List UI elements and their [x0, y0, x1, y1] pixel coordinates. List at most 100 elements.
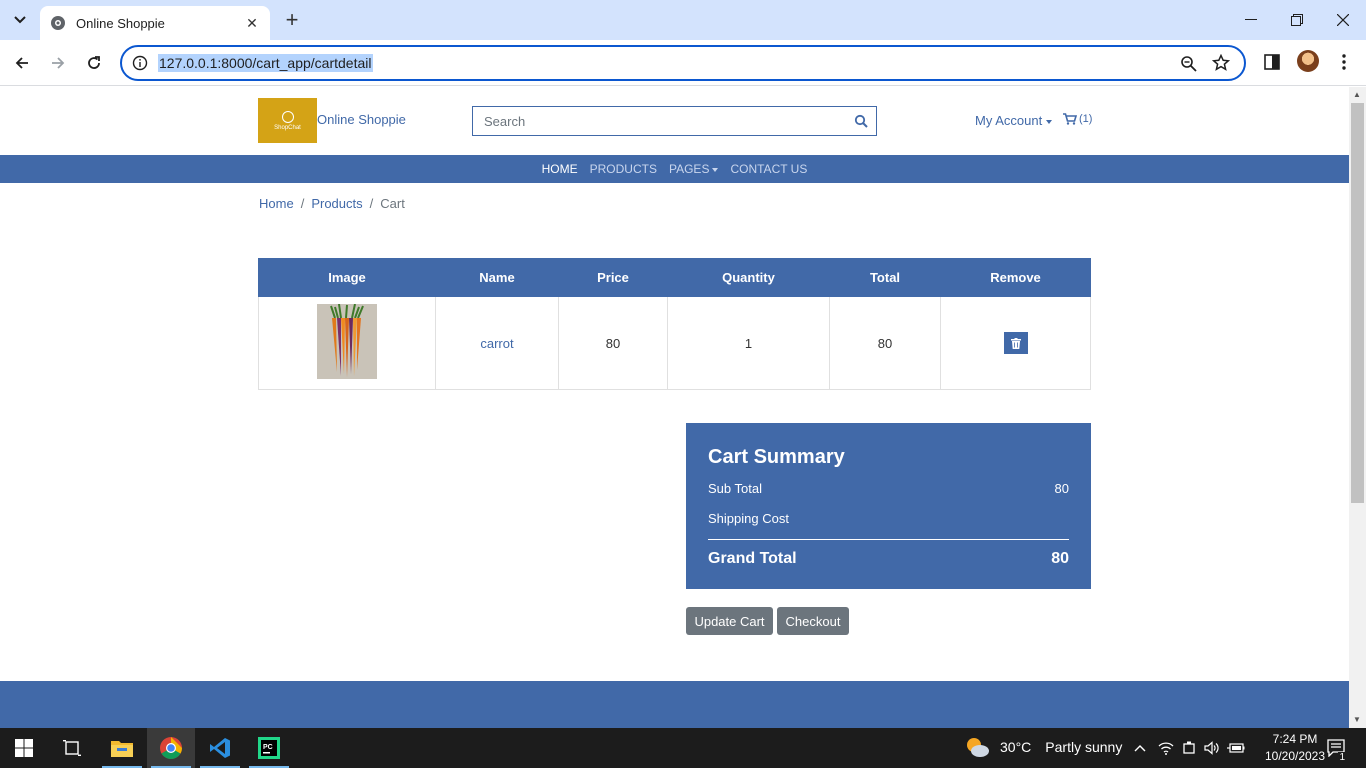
- site-logo[interactable]: ShopChat: [258, 98, 317, 143]
- col-quantity: Quantity: [667, 258, 830, 297]
- chrome-taskbar-button[interactable]: [147, 728, 195, 768]
- taskbar-clock[interactable]: 7:24 PM 10/20/2023: [1262, 731, 1328, 765]
- browser-toolbar: 127.0.0.1:8000/cart_app/cartdetail: [0, 40, 1366, 86]
- grand-total-row: Grand Total 80: [708, 550, 1069, 568]
- weather-widget[interactable]: 30°C Partly sunny: [964, 736, 1122, 758]
- nav-contact[interactable]: CONTACT US: [730, 162, 807, 176]
- chrome-icon: [160, 737, 182, 759]
- windows-taskbar: PC 30°C Partly sunny 7:24 PM 10/20/2023 …: [0, 728, 1366, 768]
- battery-icon: [1227, 743, 1245, 753]
- globe-icon: [51, 16, 65, 30]
- my-account-dropdown[interactable]: My Account: [975, 113, 1053, 128]
- carrot-image-icon: [317, 304, 377, 379]
- remove-item-button[interactable]: [1003, 332, 1028, 354]
- search-input[interactable]: [473, 107, 833, 135]
- arrow-left-icon: [15, 57, 28, 69]
- checkout-button[interactable]: Checkout: [777, 607, 849, 635]
- table-row: carrot 80 1 80: [258, 296, 1091, 390]
- logo-text: ShopChat: [274, 124, 301, 131]
- vscode-taskbar-button[interactable]: [196, 728, 244, 768]
- cart-count: (1): [1079, 113, 1093, 125]
- restore-button[interactable]: [1274, 0, 1320, 40]
- task-view-button[interactable]: [48, 728, 96, 768]
- browser-tabstrip: Online Shoppie ✕ +: [0, 0, 1366, 40]
- device-button[interactable]: [1180, 728, 1198, 768]
- bookmark-star-icon[interactable]: [1212, 54, 1230, 72]
- browser-tab[interactable]: Online Shoppie ✕: [40, 6, 270, 40]
- tab-search-button[interactable]: [8, 8, 32, 32]
- grand-total-value: 80: [1051, 550, 1069, 567]
- breadcrumb-products[interactable]: Products: [311, 196, 362, 211]
- pycharm-icon: PC: [258, 737, 280, 759]
- shipping-row: Shipping Cost: [708, 511, 1069, 526]
- breadcrumb-cart: Cart: [380, 196, 405, 211]
- profile-avatar[interactable]: [1297, 50, 1319, 72]
- shipping-label: Shipping Cost: [708, 511, 789, 526]
- close-window-button[interactable]: [1320, 0, 1366, 40]
- site-header: ShopChat Online Shoppie My Account (1): [0, 87, 1349, 155]
- network-button[interactable]: [1156, 728, 1176, 768]
- info-icon[interactable]: [132, 55, 148, 71]
- my-account-label: My Account: [975, 113, 1043, 128]
- clock-time: 7:24 PM: [1272, 732, 1318, 746]
- product-image[interactable]: [317, 304, 377, 379]
- breadcrumb-separator: /: [300, 196, 305, 211]
- table-header-row: Image Name Price Quantity Total Remove: [258, 258, 1091, 297]
- windows-logo-icon: [15, 739, 33, 757]
- breadcrumb-home[interactable]: Home: [259, 196, 294, 211]
- update-cart-button[interactable]: Update Cart: [686, 607, 773, 635]
- address-bar[interactable]: 127.0.0.1:8000/cart_app/cartdetail: [120, 45, 1246, 81]
- nav-pages[interactable]: PAGES: [669, 162, 719, 176]
- pycharm-taskbar-button[interactable]: PC: [245, 728, 293, 768]
- notification-count: 1: [1338, 752, 1346, 763]
- nav-home[interactable]: HOME: [542, 162, 578, 176]
- chevron-down-icon: [14, 16, 26, 24]
- cart-icon: [1063, 113, 1077, 125]
- side-panel-icon[interactable]: [1262, 52, 1282, 72]
- back-button[interactable]: [10, 51, 34, 75]
- zoom-icon[interactable]: [1180, 55, 1198, 73]
- device-icon: [1183, 741, 1195, 754]
- file-explorer-button[interactable]: [98, 728, 146, 768]
- subtotal-label: Sub Total: [708, 481, 762, 496]
- arrow-right-icon: [52, 57, 65, 69]
- minimize-icon: [1245, 19, 1257, 20]
- new-tab-button[interactable]: +: [280, 7, 304, 32]
- cart-summary-title: Cart Summary: [708, 446, 845, 468]
- site-footer: [0, 681, 1349, 728]
- cart-summary: Cart Summary Sub Total 80 Shipping Cost …: [686, 423, 1091, 589]
- show-hidden-icons-button[interactable]: [1130, 728, 1150, 768]
- nav-products[interactable]: PRODUCTS: [590, 162, 657, 176]
- minimize-button[interactable]: [1228, 0, 1274, 40]
- subtotal-row: Sub Total 80: [708, 481, 1069, 496]
- scroll-down-icon[interactable]: ▼: [1353, 715, 1361, 724]
- close-icon: [1337, 14, 1349, 26]
- trash-icon: [1010, 337, 1021, 349]
- more-vert-icon: [1342, 54, 1346, 70]
- partly-sunny-icon: [967, 738, 989, 757]
- product-total: 80: [829, 296, 941, 390]
- battery-button[interactable]: [1226, 728, 1246, 768]
- close-tab-icon[interactable]: ✕: [244, 15, 260, 31]
- brand-link[interactable]: Online Shoppie: [317, 112, 406, 127]
- remove-cell: [940, 296, 1091, 390]
- browser-menu-button[interactable]: [1334, 50, 1354, 74]
- forward-button[interactable]: [46, 51, 70, 75]
- scroll-up-icon[interactable]: ▲: [1353, 90, 1361, 99]
- url-text[interactable]: 127.0.0.1:8000/cart_app/cartdetail: [158, 54, 373, 72]
- breadcrumb-separator: /: [369, 196, 374, 211]
- start-button[interactable]: [0, 728, 48, 768]
- page-scrollbar[interactable]: ▲ ▼: [1349, 87, 1366, 728]
- wifi-icon: [1158, 742, 1174, 755]
- search-icon[interactable]: [854, 114, 868, 128]
- product-name-link[interactable]: carrot: [480, 336, 513, 351]
- notifications-button[interactable]: 1: [1324, 728, 1348, 768]
- cart-link[interactable]: (1): [1063, 113, 1092, 125]
- volume-button[interactable]: [1203, 728, 1221, 768]
- tab-title: Online Shoppie: [76, 15, 165, 31]
- scrollbar-thumb[interactable]: [1351, 103, 1364, 503]
- restore-icon: [1291, 14, 1303, 26]
- reload-button[interactable]: [82, 51, 106, 75]
- chevron-up-icon: [1134, 745, 1146, 752]
- folder-icon: [111, 741, 133, 757]
